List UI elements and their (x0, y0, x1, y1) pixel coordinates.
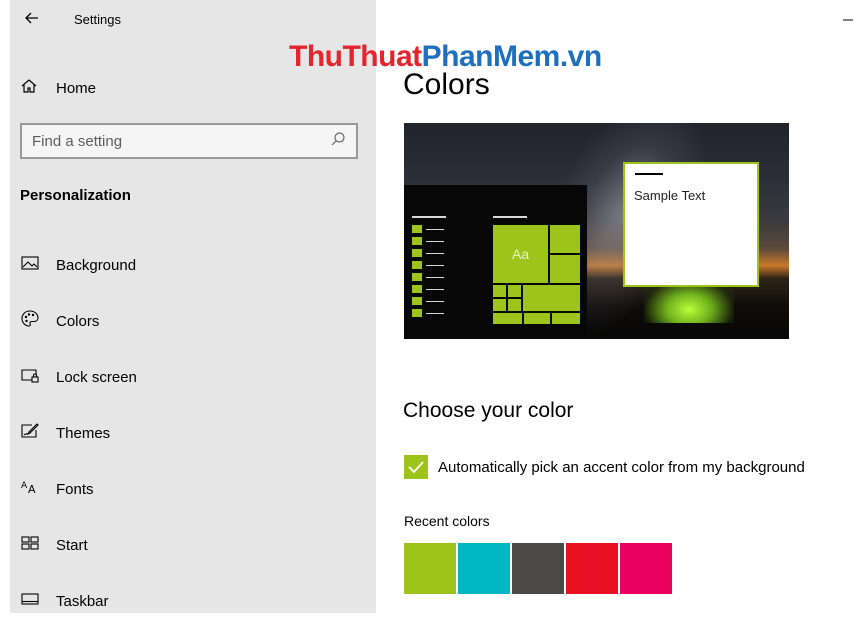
preview-live-tile (492, 312, 523, 325)
picture-icon (20, 253, 40, 278)
preview-menu-line (412, 216, 446, 218)
checkmark-icon (408, 461, 424, 474)
color-swatch[interactable] (404, 543, 456, 594)
sidebar: Settings Home Personalization Background… (10, 0, 376, 613)
search-box[interactable] (20, 123, 358, 159)
sidebar-item-lock-screen[interactable]: Lock screen (20, 357, 360, 397)
sidebar-item-start[interactable]: Start (20, 525, 360, 565)
preview-live-tile (522, 284, 581, 312)
choose-color-heading: Choose your color (403, 399, 574, 422)
preview-app-tile (412, 261, 422, 269)
sidebar-item-themes[interactable]: Themes (20, 413, 360, 453)
preview-app-tile (412, 273, 422, 281)
section-title: Personalization (20, 187, 131, 204)
svg-text:A: A (28, 483, 36, 496)
start-tiles-icon (20, 533, 40, 558)
preview-app-tile (412, 249, 422, 257)
sidebar-item-label: Lock screen (56, 368, 137, 386)
recent-colors (404, 543, 672, 594)
color-swatch[interactable] (566, 543, 618, 594)
back-arrow-icon[interactable] (22, 8, 42, 28)
lock-screen-icon (20, 365, 40, 390)
search-icon[interactable] (330, 131, 346, 152)
auto-accent-checkbox[interactable] (404, 455, 428, 479)
home-icon (20, 77, 38, 100)
preview-app-tile (412, 285, 422, 293)
sidebar-item-label: Background (56, 256, 137, 274)
preview-live-tile: Aa (492, 224, 549, 284)
recent-colors-label: Recent colors (404, 513, 490, 529)
sidebar-item-fonts[interactable]: AA Fonts (20, 469, 360, 509)
preview-menu-line (426, 229, 444, 230)
preview-live-tile (507, 284, 522, 298)
fonts-icon: AA (20, 477, 40, 502)
preview-live-tile (492, 284, 507, 298)
palette-icon (20, 309, 40, 334)
preview-window-bar (635, 173, 663, 175)
preview-menu-line (493, 216, 527, 218)
preview-menu-line (426, 313, 444, 314)
themes-brush-icon (20, 421, 40, 446)
auto-accent-label: Automatically pick an accent color from … (438, 458, 805, 476)
minimize-button[interactable] (842, 12, 854, 22)
preview-sample-window: Sample Text (623, 162, 759, 287)
color-swatch[interactable] (512, 543, 564, 594)
watermark-part1: ThuThuat (289, 40, 422, 73)
color-preview-image: Aa Sample Text (404, 123, 789, 339)
preview-menu-line (426, 265, 444, 266)
home-label: Home (56, 79, 97, 97)
color-swatch[interactable] (458, 543, 510, 594)
preview-app-tile (412, 297, 422, 305)
preview-live-tile (507, 298, 522, 312)
preview-menu-line (426, 277, 444, 278)
preview-menu-line (426, 301, 444, 302)
sidebar-item-label: Fonts (56, 480, 94, 498)
preview-app-tile (412, 225, 422, 233)
sidebar-item-label: Taskbar (56, 592, 109, 610)
preview-app-tile (412, 237, 422, 245)
preview-live-tile (551, 312, 581, 325)
color-swatch[interactable] (620, 543, 672, 594)
svg-text:A: A (21, 481, 28, 491)
sidebar-item-label: Start (56, 536, 88, 554)
sidebar-item-label: Colors (56, 312, 100, 330)
sidebar-item-taskbar[interactable]: Taskbar (20, 581, 360, 621)
auto-accent-option[interactable]: Automatically pick an accent color from … (404, 455, 805, 479)
preview-app-tile (412, 309, 422, 317)
preview-start-menu: Aa (404, 185, 587, 339)
minimize-icon (843, 19, 853, 21)
sidebar-item-colors[interactable]: Colors (20, 301, 360, 341)
preview-menu-line (426, 289, 444, 290)
page-title: Colors (403, 68, 490, 101)
search-input[interactable] (32, 132, 330, 150)
app-title: Settings (74, 12, 121, 27)
taskbar-icon (20, 589, 40, 614)
sample-text: Sample Text (634, 188, 706, 203)
preview-menu-line (426, 241, 444, 242)
sidebar-item-background[interactable]: Background (20, 245, 360, 285)
preview-live-tile (549, 224, 581, 254)
preview-live-tile (492, 298, 507, 312)
preview-live-tile (549, 254, 581, 284)
preview-live-tile (523, 312, 551, 325)
preview-menu-line (426, 253, 444, 254)
sidebar-item-label: Themes (56, 424, 111, 442)
home-nav-item[interactable]: Home (20, 76, 96, 100)
